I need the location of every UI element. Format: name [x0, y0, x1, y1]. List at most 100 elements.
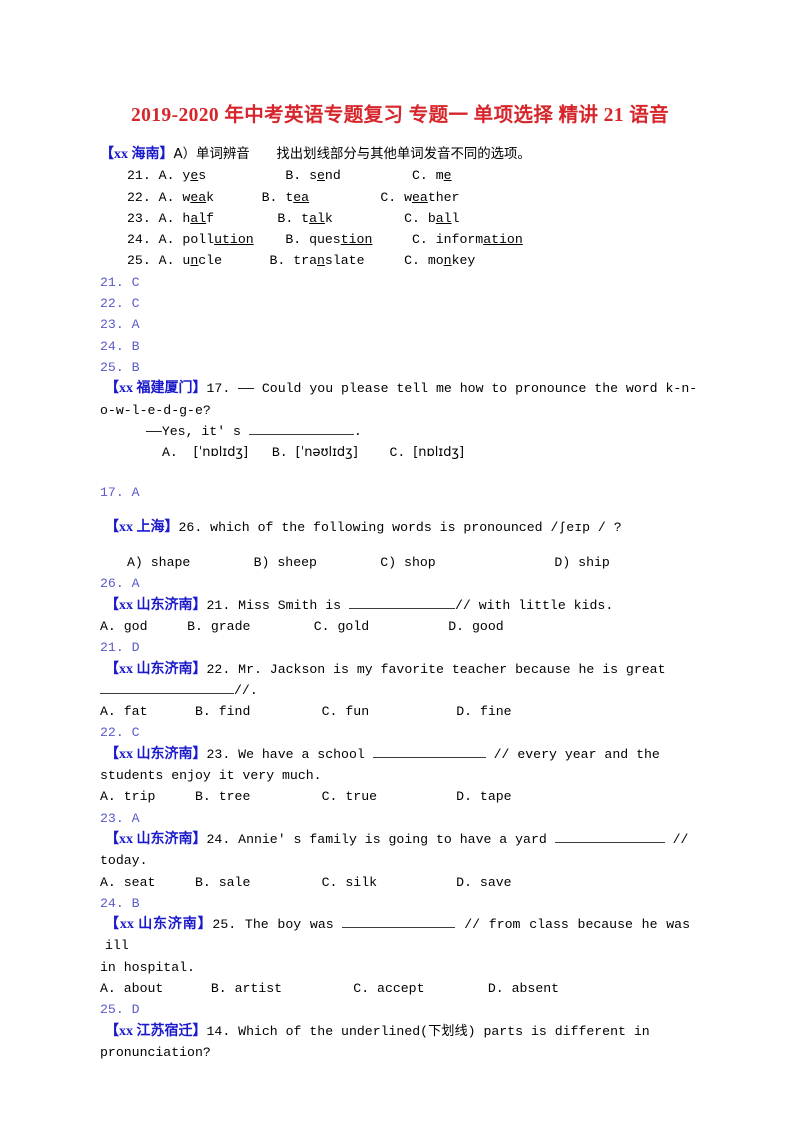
- option-letter: D): [554, 555, 571, 571]
- option-ipa: [ˈnɒlɪdʒ]: [193, 445, 249, 461]
- option-word: grade: [210, 618, 251, 634]
- answer-24: 24. B: [100, 338, 140, 354]
- answer-25: 25. B: [100, 359, 140, 375]
- question-text: 25. The boy was: [212, 917, 343, 933]
- option-word: send: [309, 168, 341, 184]
- hainan-item-21: 21. A. yes B. send C. me: [100, 165, 700, 186]
- option-letter: D.: [456, 789, 472, 805]
- option-letter: A): [127, 555, 143, 571]
- option-word: accept: [377, 980, 425, 996]
- question-text: 23. We have a school: [206, 746, 373, 762]
- option-word: tree: [218, 789, 251, 805]
- period: .: [353, 423, 362, 439]
- option-letter: A.: [100, 789, 116, 805]
- answer-26: 26. A: [100, 576, 140, 592]
- option-letter: B.: [194, 704, 211, 720]
- item-number: 24.: [127, 232, 151, 248]
- option-word: sheep: [277, 555, 317, 571]
- option-letter: C.: [321, 704, 338, 720]
- answer-jinan-22: 22. C: [100, 725, 140, 741]
- option-letter: D.: [487, 980, 504, 996]
- answer-22: 22. C: [100, 296, 140, 312]
- option-letter: B.: [285, 168, 302, 184]
- shanghai-question: 【xx 上海】26. which of the following words …: [100, 517, 700, 538]
- option-letter: A.: [158, 189, 175, 205]
- option-letter: C.: [321, 789, 338, 805]
- option-letter: D.: [456, 704, 473, 720]
- item-number: 22.: [127, 189, 151, 205]
- option-word: shop: [404, 555, 436, 571]
- option-word: me: [435, 168, 452, 184]
- option-word: half: [182, 210, 215, 226]
- fujian-options: A. [ˈnɒlɪdʒ] B. [ˈnəʊlɪdʒ] C. [nɒlɪdʒ]: [100, 442, 700, 463]
- option-letter: C.: [411, 168, 428, 184]
- jinan25-stem-line2: in hospital.: [100, 959, 195, 975]
- option-word: shape: [150, 555, 191, 571]
- option-word: fun: [345, 704, 370, 720]
- jiangsu-stem-line1: 【xx 江苏宿迁】14. Which of the underlined(下划线…: [100, 1021, 690, 1042]
- jinan25-stem-line1: 【xx 山东济南】25. The boy was // from class b…: [100, 914, 690, 957]
- option-word: find: [218, 704, 251, 720]
- hainan-item-23: 23. A. half B. talk C. ball: [100, 208, 700, 229]
- answer-23: 23. A: [100, 317, 140, 333]
- option-word: monkey: [427, 253, 476, 269]
- answer-jinan-23: 23. A: [100, 810, 140, 826]
- answer-17: 17. A: [100, 485, 140, 501]
- option-letter: B.: [271, 445, 288, 461]
- option-word: trip: [123, 789, 156, 805]
- answer-jinan-24: 24. B: [100, 895, 140, 911]
- option-word: weather: [404, 189, 460, 205]
- option-letter: D.: [456, 874, 472, 890]
- fujian-answer-prompt: ——Yes, it' s .: [100, 421, 700, 442]
- region-tag-jinan-25: 【xx 山东济南】: [105, 917, 213, 933]
- answer-jinan-21: 21. D: [100, 640, 140, 656]
- question-text-post: //: [664, 831, 689, 847]
- option-word: pollution: [182, 232, 254, 248]
- option-letter: D.: [448, 618, 465, 634]
- option-word: about: [123, 980, 164, 996]
- option-letter: B.: [210, 980, 227, 996]
- option-word: save: [479, 874, 512, 890]
- option-word: artist: [234, 980, 283, 996]
- option-letter: C.: [404, 253, 420, 269]
- option-letter: B.: [187, 618, 203, 634]
- region-tag-jiangsu-suqian: 【xx 江苏宿迁】: [105, 1023, 207, 1039]
- question-text-post: // every year and the: [485, 746, 660, 762]
- option-letter: C.: [404, 210, 420, 226]
- document-page: 2019-2020 年中考英语专题复习 专题一 单项选择 精讲 21 语音 【x…: [0, 0, 800, 1132]
- shanghai-options: A) shape B) sheep C) shop D) ship: [100, 552, 700, 573]
- question-text: 22. Mr. Jackson is my favorite teacher b…: [206, 661, 666, 677]
- option-letter: A.: [100, 618, 116, 634]
- jinan21-stem: 【xx 山东济南】21. Miss Smith is // with littl…: [100, 595, 700, 616]
- jiangsu-stem-line2: pronunciation?: [100, 1044, 211, 1060]
- option-letter: B.: [194, 874, 211, 890]
- option-word: tea: [285, 189, 310, 205]
- option-word: translate: [293, 253, 365, 269]
- option-letter: B.: [269, 253, 286, 269]
- option-word: ship: [578, 555, 610, 571]
- option-ipa: [nɒlɪdʒ]: [413, 445, 465, 461]
- page-title: 2019-2020 年中考英语专题复习 专题一 单项选择 精讲 21 语音: [130, 105, 670, 126]
- question-text: 17. —— Could you please tell me how to p…: [206, 381, 698, 397]
- answer-jinan-25: 25. D: [100, 1002, 140, 1018]
- option-ipa: [ˈnəʊlɪdʒ]: [295, 445, 358, 461]
- jinan24-stem-line2: today.: [100, 853, 148, 869]
- option-letter: A.: [158, 253, 175, 269]
- hainan-item-24: 24. A. pollution B. question C. informat…: [100, 229, 700, 250]
- fill-in-blank: [554, 841, 665, 843]
- jinan25-options: A. about B. artist C. accept D. absent: [100, 978, 700, 999]
- hainan-prompt-text: A）单词辨音 找出划线部分与其他单词发音不同的选项。: [173, 147, 531, 162]
- option-letter: A.: [158, 232, 175, 248]
- region-tag-shanghai: 【xx 上海】: [105, 519, 179, 535]
- hainan-item-22: 22. A. weak B. tea C. weather: [100, 187, 700, 208]
- option-letter: C.: [389, 445, 406, 461]
- jinan21-options: A. god B. grade C. gold D. good: [100, 616, 700, 637]
- region-tag-jinan-23: 【xx 山东济南】: [105, 746, 207, 762]
- option-word: talk: [301, 210, 333, 226]
- option-letter: A.: [100, 704, 116, 720]
- option-word: silk: [345, 874, 378, 890]
- fill-in-blank: [372, 756, 486, 758]
- fujian-question-line1: 【xx 福建厦门】17. —— Could you please tell me…: [100, 378, 700, 399]
- option-word: question: [309, 232, 373, 248]
- option-letter: C.: [313, 618, 330, 634]
